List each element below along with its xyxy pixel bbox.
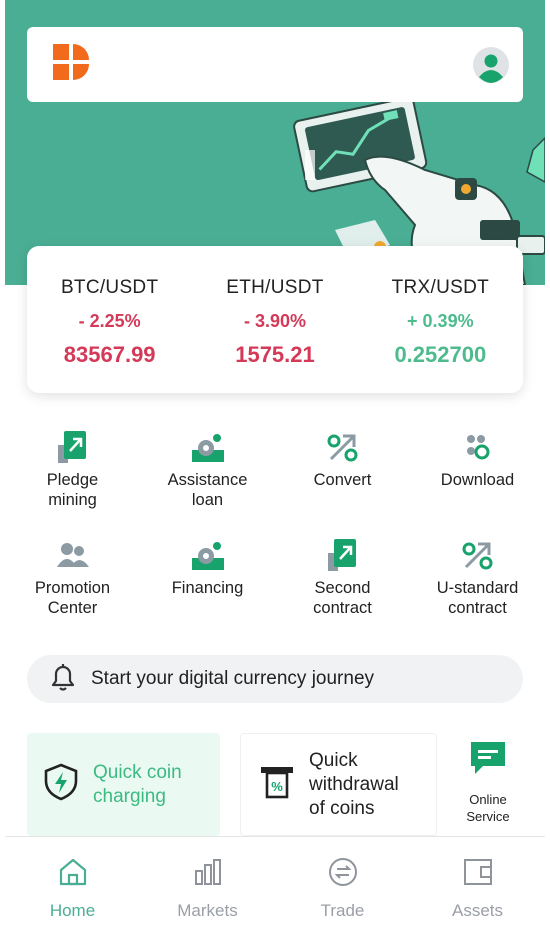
feature-financing[interactable]: Financing bbox=[140, 538, 275, 626]
feature-label: U-standard contract bbox=[436, 579, 519, 617]
convert-icon bbox=[326, 430, 360, 464]
tab-label: Assets bbox=[451, 901, 504, 920]
tab-trade[interactable]: Trade bbox=[275, 837, 410, 935]
feature-grid: Pledge mining Assistance loan Convert Do… bbox=[5, 430, 545, 626]
feature-u-standard-contract[interactable]: U-standard contract bbox=[410, 538, 545, 626]
feature-second-contract[interactable]: Second contract bbox=[275, 538, 410, 626]
quick-withdrawal-button[interactable]: % Quick withdrawal of coins bbox=[240, 733, 437, 836]
tab-label: Home bbox=[49, 901, 96, 920]
tab-home[interactable]: Home bbox=[5, 837, 140, 935]
ticker-pair: TRX/USDT bbox=[391, 277, 490, 298]
second-contract-icon bbox=[326, 538, 360, 572]
chat-icon bbox=[471, 742, 505, 779]
feature-label: Promotion Center bbox=[34, 579, 111, 617]
ticker-price: 83567.99 bbox=[63, 342, 156, 367]
ticker-trx[interactable]: TRX/USDT + 0.39% 0.252700 bbox=[358, 246, 523, 393]
promotion-center-icon bbox=[56, 538, 90, 572]
quick-coin-charging-label: Quick coin charging bbox=[93, 761, 182, 807]
ticker-change: - 2.25% bbox=[78, 311, 141, 331]
svg-text:%: % bbox=[271, 779, 283, 794]
feature-label: Pledge mining bbox=[46, 471, 99, 509]
ticker-change: + 0.39% bbox=[407, 311, 474, 331]
user-avatar-icon[interactable] bbox=[473, 46, 509, 83]
tab-markets[interactable]: Markets bbox=[140, 837, 275, 935]
bottom-tab-bar: Home Markets Trade Assets bbox=[5, 836, 545, 935]
ticker-card: BTC/USDT - 2.25% 83567.99 ETH/USDT - 3.9… bbox=[27, 246, 523, 393]
feature-promotion-center[interactable]: Promotion Center bbox=[5, 538, 140, 626]
pledge-mining-icon bbox=[56, 430, 90, 464]
notice-bar[interactable]: Start your digital currency journey bbox=[27, 655, 523, 703]
ticker-pair: BTC/USDT bbox=[60, 277, 159, 298]
bar-chart-icon bbox=[193, 857, 223, 892]
ticker-change: - 3.90% bbox=[243, 311, 307, 331]
wallet-icon bbox=[463, 857, 493, 892]
ticker-price: 0.252700 bbox=[394, 342, 487, 367]
quick-coin-charging-button[interactable]: Quick coin charging bbox=[27, 733, 220, 836]
ticker-price: 1575.21 bbox=[235, 342, 315, 367]
bell-icon bbox=[49, 662, 77, 697]
tab-label: Markets bbox=[177, 901, 238, 920]
top-bar bbox=[27, 27, 523, 102]
atm-percent-icon: % bbox=[259, 764, 295, 805]
feature-label: Financing bbox=[171, 579, 244, 597]
feature-label: Convert bbox=[313, 471, 372, 489]
tab-assets[interactable]: Assets bbox=[410, 837, 545, 935]
tab-label: Trade bbox=[320, 901, 365, 920]
assistance-loan-icon bbox=[191, 430, 225, 464]
financing-icon bbox=[191, 538, 225, 572]
u-standard-contract-icon bbox=[461, 538, 495, 572]
feature-label: Download bbox=[440, 471, 515, 489]
feature-convert[interactable]: Convert bbox=[275, 430, 410, 518]
feature-label: Second contract bbox=[313, 579, 372, 617]
ticker-pair: ETH/USDT bbox=[226, 277, 324, 298]
notice-text: Start your digital currency journey bbox=[91, 668, 375, 689]
feature-pledge-mining[interactable]: Pledge mining bbox=[5, 430, 140, 518]
exchange-icon bbox=[328, 857, 358, 892]
feature-download[interactable]: Download bbox=[410, 430, 545, 518]
online-service-label: Online Service bbox=[466, 792, 510, 824]
feature-assistance-loan[interactable]: Assistance loan bbox=[140, 430, 275, 518]
online-service-button[interactable]: Online Service bbox=[455, 742, 521, 825]
logo-icon[interactable] bbox=[53, 44, 89, 85]
shield-lightning-icon bbox=[43, 763, 79, 806]
ticker-btc[interactable]: BTC/USDT - 2.25% 83567.99 bbox=[27, 246, 192, 393]
home-icon bbox=[58, 857, 88, 892]
quick-withdrawal-label: Quick withdrawal of coins bbox=[309, 749, 399, 819]
feature-label: Assistance loan bbox=[167, 471, 248, 509]
download-icon bbox=[461, 430, 495, 464]
ticker-eth[interactable]: ETH/USDT - 3.90% 1575.21 bbox=[192, 246, 357, 393]
